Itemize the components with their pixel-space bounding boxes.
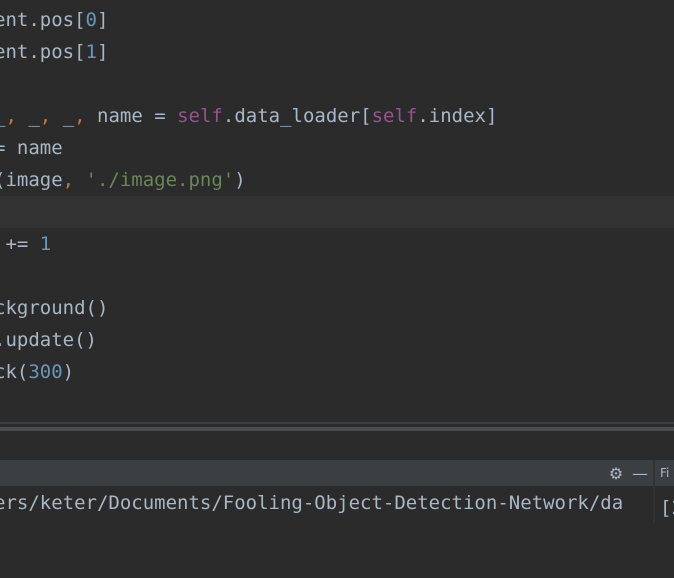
- code-token: ,: [5, 105, 29, 127]
- code-token: self: [371, 105, 418, 127]
- console-output-line: ers/keter/Documents/Fooling-Object-Detec…: [0, 488, 623, 518]
- code-line-text: = name: [0, 132, 63, 164]
- code-token: './image.png': [85, 169, 235, 191]
- code-token: _: [62, 105, 75, 127]
- code-line[interactable]: ent.pos[1]: [0, 36, 674, 68]
- code-line-text: ent.pos[0]: [0, 4, 108, 36]
- code-line[interactable]: ckground(): [0, 292, 674, 324]
- splitter-bar[interactable]: [0, 427, 674, 431]
- code-token: 1: [85, 41, 97, 63]
- code-token: .index]: [417, 105, 498, 127]
- code-token: (image: [0, 169, 63, 191]
- code-line-text: ck(300): [0, 356, 74, 388]
- code-token: _: [28, 105, 40, 127]
- code-line-text: (image, './image.png'): [0, 164, 246, 196]
- code-token: ]: [96, 9, 109, 31]
- code-line[interactable]: [0, 68, 674, 100]
- current-code-line[interactable]: [0, 196, 674, 228]
- code-line[interactable]: ck(300): [0, 356, 674, 388]
- code-line[interactable]: _, _, _, name = self.data_loader[self.in…: [0, 100, 674, 132]
- code-token: 0: [85, 9, 97, 31]
- tool-window-header: ⚙ —: [0, 460, 674, 486]
- code-token: ent.pos[: [0, 41, 86, 63]
- code-token: ,: [62, 169, 86, 191]
- code-token: .data_loader[: [222, 105, 372, 127]
- code-line-text: .update(): [0, 324, 97, 356]
- code-token: ]: [96, 41, 109, 63]
- code-token: +=: [5, 233, 29, 255]
- minimize-icon[interactable]: —: [630, 463, 650, 483]
- run-tool-window: ⚙ — Fi ers/keter/Documents/Fooling-Objec…: [0, 438, 674, 523]
- console-path-text: ers/keter/Documents/Fooling-Object-Detec…: [0, 492, 624, 514]
- code-token: 300: [28, 361, 63, 383]
- code-token: self: [177, 105, 223, 127]
- code-token: name =: [97, 105, 178, 127]
- code-line[interactable]: = name: [0, 132, 674, 164]
- code-token: ckground(): [0, 297, 109, 319]
- panel-divider[interactable]: [653, 460, 655, 523]
- gear-icon[interactable]: ⚙: [606, 463, 626, 483]
- code-line-text: ckground(): [0, 292, 108, 324]
- code-line[interactable]: [0, 260, 674, 292]
- code-token: 1: [39, 233, 52, 255]
- code-line[interactable]: (image, './image.png'): [0, 164, 674, 196]
- code-line[interactable]: .update(): [0, 324, 674, 356]
- code-token: ent.pos[: [0, 9, 86, 31]
- code-line-text: += 1: [0, 228, 51, 260]
- code-editor[interactable]: ent.pos[0]ent.pos[1]_, _, _, name = self…: [0, 0, 674, 422]
- code-token: ck(: [0, 361, 29, 383]
- side-panel-tab[interactable]: Fi: [660, 460, 669, 486]
- code-line-text: ent.pos[1]: [0, 36, 108, 68]
- code-token: ): [62, 361, 75, 383]
- code-line-text: _, _, _, name = self.data_loader[self.in…: [0, 100, 497, 132]
- code-line[interactable]: += 1: [0, 228, 674, 260]
- code-token: ): [234, 169, 246, 191]
- code-token: .update(): [0, 329, 97, 351]
- code-token: = name: [0, 137, 63, 159]
- code-token: ,: [74, 105, 98, 127]
- side-panel-text: [2: [660, 497, 674, 519]
- code-token: ,: [39, 105, 63, 127]
- code-line[interactable]: ent.pos[0]: [0, 4, 674, 36]
